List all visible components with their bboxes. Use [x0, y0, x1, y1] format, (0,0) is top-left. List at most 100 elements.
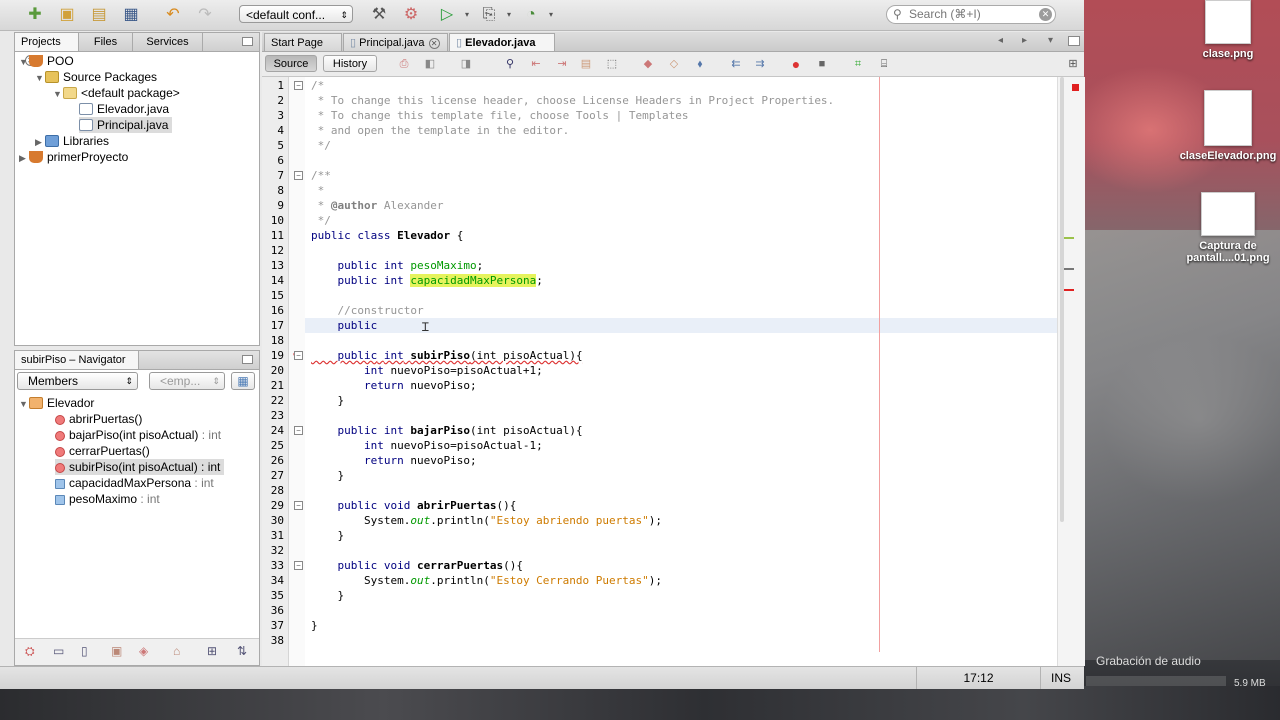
redo-icon[interactable]: ↷	[194, 4, 216, 26]
filter-combo[interactable]: <emp... ⇕	[149, 372, 225, 390]
fold-toggle-icon[interactable]: −	[294, 351, 303, 360]
member-row[interactable]: cerrarPuertas()	[55, 443, 150, 459]
class-node-elevador[interactable]: ▼ Elevador	[19, 395, 94, 411]
vertical-scrollbar[interactable]	[1060, 77, 1064, 522]
tab-files[interactable]: Files	[79, 33, 133, 51]
tree-node-default-package[interactable]: ▼ <default package>	[53, 85, 180, 101]
warning-mark[interactable]	[1064, 237, 1074, 239]
expand-triangle-icon[interactable]: ▶	[35, 134, 45, 150]
save-all-icon[interactable]: ▦	[120, 4, 142, 26]
tab-principal-java[interactable]: ▯ Principal.java ✕	[343, 33, 448, 51]
tree-node-libraries[interactable]: ▶ Libraries	[35, 133, 109, 149]
error-mark[interactable]	[1064, 289, 1074, 291]
audio-recording-widget[interactable]: Grabación de audio 5.9 MB	[1086, 650, 1280, 690]
run-dropdown-icon[interactable]: ▾	[456, 4, 478, 26]
run-icon[interactable]: ▷	[436, 4, 458, 26]
tab-projects[interactable]: Projects✕	[15, 33, 79, 66]
code-editor[interactable]: 1 2 3 4 5 6 7 8 9 10 11 12 13 14 15 16 1…	[262, 77, 1085, 666]
tree-node-elevador-java[interactable]: Elevador.java	[79, 101, 169, 117]
fold-toggle-icon[interactable]: −	[294, 81, 303, 90]
uncomment-icon[interactable]: ⌸	[878, 58, 890, 70]
members-combo[interactable]: Members ⇕	[17, 372, 138, 390]
tree-node-primerproyecto[interactable]: ▶ primerProyecto	[19, 149, 128, 165]
tab-start-page[interactable]: Start Page	[264, 33, 342, 51]
forward-icon[interactable]: ◨	[460, 58, 472, 70]
expand-triangle-icon[interactable]: ▶	[19, 150, 29, 166]
find-previous-icon[interactable]: ⇤	[530, 58, 542, 70]
shift-right-icon[interactable]: ⇉	[754, 58, 766, 70]
member-row[interactable]: pesoMaximo : int	[55, 491, 160, 507]
expand-all-icon[interactable]: ⊞	[207, 644, 217, 658]
filter-static-icon[interactable]: ▭	[53, 644, 64, 658]
fold-toggle-icon[interactable]: −	[294, 171, 303, 180]
toggle-highlight-icon[interactable]: ▤	[580, 58, 592, 70]
history-view-button[interactable]: History	[323, 55, 377, 72]
maximize-editor-icon[interactable]	[1068, 36, 1080, 46]
tab-services[interactable]: Services	[133, 33, 203, 51]
stop-macro-icon[interactable]: ■	[816, 58, 828, 70]
split-editor-icon[interactable]: ⊞	[1067, 58, 1079, 70]
configuration-select[interactable]: <default conf... ⇕	[239, 5, 353, 23]
minimize-panel-icon[interactable]	[242, 37, 253, 46]
toggle-bookmark-icon[interactable]: ⬧	[694, 58, 706, 70]
filter-fields-icon[interactable]: ⛭	[25, 644, 35, 659]
member-row[interactable]: capacidadMaxPersona : int	[55, 475, 214, 491]
expand-triangle-icon[interactable]: ▼	[19, 54, 29, 70]
desktop-file-clase[interactable]: clase.png	[1168, 0, 1280, 60]
debug-icon[interactable]: ⎘	[478, 4, 500, 26]
find-next-icon[interactable]: ⇥	[556, 58, 568, 70]
search-field[interactable]: ⚲ Search (⌘+I) ✕	[886, 5, 1056, 24]
scroll-tabs-left-icon[interactable]: ◂	[998, 35, 1003, 46]
next-bookmark-icon[interactable]: ◇	[668, 58, 680, 70]
profile-dropdown-icon[interactable]: ▾	[540, 4, 562, 26]
clean-build-icon[interactable]: ⚙	[400, 4, 422, 26]
source-view-button[interactable]: Source	[265, 55, 317, 72]
package-icon	[63, 87, 77, 99]
toggle-rect-select-icon[interactable]: ⬚	[606, 58, 618, 70]
profile-icon[interactable]: ◔	[520, 4, 542, 26]
last-edit-icon[interactable]: ⎙	[398, 58, 410, 70]
new-project-icon[interactable]: ▣	[56, 4, 78, 26]
tab-elevador-java[interactable]: ▯ Elevador.java✕	[449, 33, 555, 67]
scroll-tabs-right-icon[interactable]: ▸	[1022, 35, 1027, 46]
back-icon[interactable]: ◧	[424, 58, 436, 70]
member-row[interactable]: abrirPuertas()	[55, 411, 142, 427]
fold-toggle-icon[interactable]: −	[294, 426, 303, 435]
clear-search-icon[interactable]: ✕	[1039, 8, 1052, 21]
debug-dropdown-icon[interactable]: ▾	[498, 4, 520, 26]
sort-icon[interactable]: ⇅	[237, 644, 247, 658]
navigator-layout-button[interactable]: ▦	[231, 372, 255, 390]
tab-list-dropdown-icon[interactable]: ▾	[1048, 35, 1053, 46]
minimize-panel-icon[interactable]	[242, 355, 253, 364]
sort-by-source-icon[interactable]: ◈	[139, 644, 148, 658]
tab-navigator[interactable]: subirPiso – Navigator✕	[15, 351, 139, 384]
expand-triangle-icon[interactable]: ▼	[19, 396, 29, 412]
previous-bookmark-icon[interactable]: ◆	[642, 58, 654, 70]
tree-node-principal-java[interactable]: Principal.java	[79, 117, 173, 133]
projects-panel: Projects✕ Files Services ▼POO ▼Source Pa…	[14, 32, 260, 346]
open-project-icon[interactable]: ▤	[88, 4, 110, 26]
close-icon[interactable]: ✕	[428, 37, 440, 49]
expand-triangle-icon[interactable]: ▼	[53, 86, 63, 102]
expand-triangle-icon[interactable]: ▼	[35, 70, 45, 86]
find-icon[interactable]: ⚲	[504, 58, 516, 70]
desktop-wallpaper-bottom	[0, 686, 1280, 720]
filter-nonpublic-icon[interactable]: ▯	[81, 644, 88, 658]
fold-toggle-icon[interactable]: −	[294, 501, 303, 510]
member-row-selected[interactable]: subirPiso(int pisoActual) : int	[55, 459, 225, 475]
comment-icon[interactable]: ⌗	[852, 58, 864, 70]
filter-inherited-icon[interactable]: ▣	[111, 644, 122, 658]
build-icon[interactable]: ⚒	[368, 4, 390, 26]
desktop-file-captura[interactable]: Captura de pantall....01.png	[1168, 192, 1280, 264]
undo-icon[interactable]: ↶	[162, 4, 184, 26]
tree-node-source-packages[interactable]: ▼ Source Packages	[35, 69, 157, 85]
error-summary-icon[interactable]	[1072, 84, 1079, 91]
shift-left-icon[interactable]: ⇇	[730, 58, 742, 70]
sort-by-name-icon[interactable]: ⌂	[173, 644, 180, 658]
new-file-icon[interactable]: ✚	[24, 4, 46, 26]
start-macro-icon[interactable]: ●	[790, 57, 802, 71]
tree-node-poo[interactable]: ▼ POO	[19, 53, 74, 69]
fold-toggle-icon[interactable]: −	[294, 561, 303, 570]
member-row[interactable]: bajarPiso(int pisoActual) : int	[55, 427, 221, 443]
desktop-file-claseelevador[interactable]: claseElevador.png	[1168, 90, 1280, 162]
